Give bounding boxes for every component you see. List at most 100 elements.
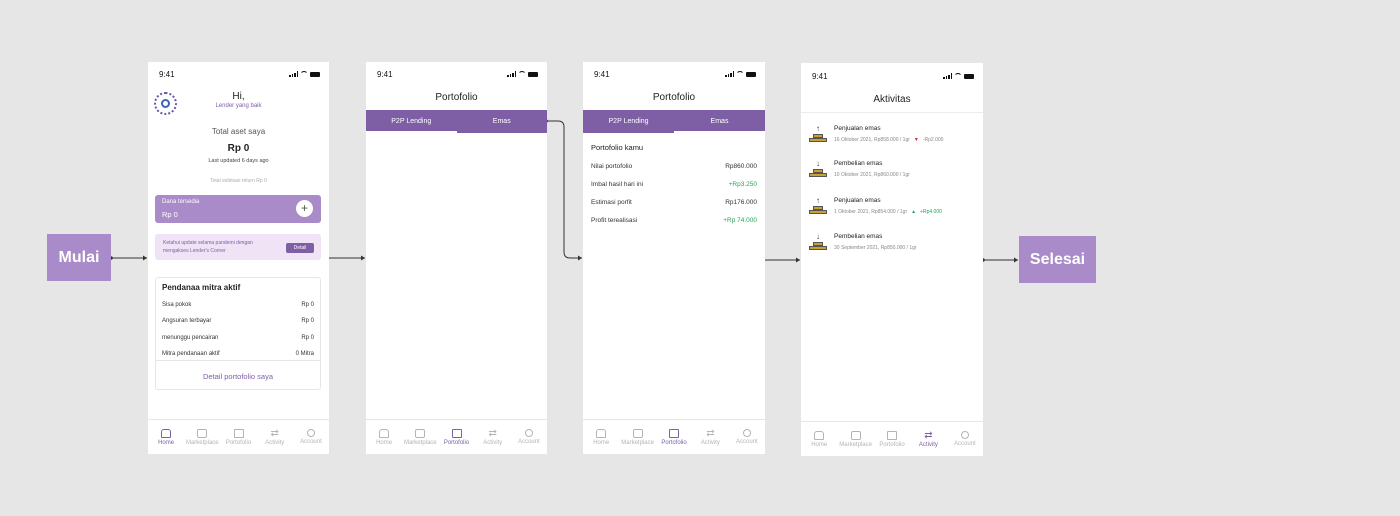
- status-time: 9:41: [159, 69, 175, 79]
- status-time: 9:41: [812, 71, 828, 81]
- price-down-icon: ▼: [913, 137, 919, 143]
- available-funds-card[interactable]: Dana tersedia Rp 0 +: [155, 195, 321, 223]
- nav-portfolio[interactable]: Portofolio: [220, 420, 256, 454]
- activity-icon: ⇄: [924, 429, 933, 441]
- portfolio-tabs: P2P Lending Emas: [366, 110, 547, 133]
- battery-icon: [528, 71, 538, 77]
- portfolio-row: Nilai portofolio Rp860.000: [591, 163, 757, 170]
- tab-p2p-lending[interactable]: P2P Lending: [583, 110, 674, 133]
- portfolio-gold-screen: 9:41 Portofolio P2P Lending Emas Portofo…: [583, 62, 765, 454]
- tab-emas[interactable]: Emas: [457, 110, 548, 133]
- nav-portfolio[interactable]: Portofolio: [874, 422, 910, 456]
- activity-item[interactable]: ↓ Pembelian emas 10 Oktober 2021, Rp860.…: [809, 160, 977, 184]
- marketplace-icon: [850, 430, 861, 440]
- portfolio-section-title: Portofolio kamu: [591, 143, 644, 152]
- portfolio-tabs: P2P Lending Emas: [583, 110, 765, 133]
- nav-account[interactable]: Account: [511, 420, 547, 454]
- last-updated: Last updated 6 days ago: [208, 158, 269, 164]
- nav-marketplace[interactable]: Marketplace: [619, 420, 655, 454]
- marketplace-icon: [415, 428, 426, 438]
- status-time: 9:41: [594, 69, 610, 79]
- account-icon: [306, 429, 315, 437]
- pandemic-notice-banner: Ketahui update selama pandemi dengan men…: [155, 234, 321, 260]
- activity-screen: 9:41 Aktivitas ↑ Penjualan emas 16 Oktob…: [801, 63, 983, 456]
- account-icon: [960, 431, 969, 439]
- home-screen: 9:41 Hi, Lender yang baik Total aset say…: [148, 62, 329, 454]
- nav-activity[interactable]: ⇄ Activity: [692, 420, 728, 454]
- nav-activity[interactable]: ⇄ Activity: [257, 420, 293, 454]
- price-up-icon: ▲: [911, 209, 917, 215]
- nav-marketplace[interactable]: Marketplace: [837, 422, 873, 456]
- total-asset-label: Total aset saya: [211, 127, 266, 136]
- partner-row: menunggu pencairan Rp 0: [162, 335, 314, 341]
- gold-sell-icon: ↑: [809, 197, 827, 215]
- activity-item[interactable]: ↑ Penjualan emas 16 Oktober 2021, Rp858.…: [809, 125, 977, 149]
- home-icon: [379, 428, 390, 438]
- start-label: Mulai: [58, 248, 100, 266]
- portfolio-icon: [233, 428, 244, 438]
- start-terminal: Mulai: [47, 234, 111, 281]
- account-icon: [524, 429, 533, 437]
- nav-portfolio[interactable]: Portofolio: [438, 420, 474, 454]
- bottom-nav: Home Marketplace Portofolio ⇄ Activity Ac…: [583, 419, 765, 454]
- activity-icon: ⇄: [270, 427, 279, 439]
- page-title: Aktivitas: [873, 94, 911, 105]
- nav-marketplace[interactable]: Marketplace: [184, 420, 220, 454]
- status-bar: 9:41: [148, 62, 329, 80]
- portfolio-p2p-screen: 9:41 Portofolio P2P Lending Emas Home Ma…: [366, 62, 547, 454]
- add-funds-button[interactable]: +: [296, 200, 313, 217]
- wifi-icon: [736, 71, 744, 77]
- battery-icon: [746, 71, 756, 77]
- active-partner-title: Pendanaa mitra aktif: [162, 283, 241, 292]
- page-title: Portofolio: [652, 92, 696, 103]
- gold-buy-icon: ↓: [809, 160, 827, 178]
- partner-row: Sisa pokok Rp 0: [162, 302, 314, 308]
- portfolio-row: Profit terealisasi +Rp 74.000: [591, 217, 757, 224]
- portfolio-icon: [451, 428, 462, 438]
- home-icon: [161, 428, 172, 438]
- nav-home[interactable]: Home: [583, 420, 619, 454]
- portfolio-row: Estimasi porfit Rp176.000: [591, 199, 757, 206]
- home-icon: [814, 430, 825, 440]
- tab-p2p-lending[interactable]: P2P Lending: [366, 110, 457, 133]
- wifi-icon: [954, 73, 962, 79]
- nav-portfolio[interactable]: Portofolio: [656, 420, 692, 454]
- portfolio-icon: [669, 428, 680, 438]
- signal-icon: [507, 71, 516, 77]
- signal-icon: [943, 73, 952, 79]
- activity-item[interactable]: ↑ Penjualan emas 1 Oktober 2021, Rp854.0…: [809, 197, 977, 221]
- portfolio-row: Imbal hasil hari ini +Rp3.250: [591, 181, 757, 188]
- signal-icon: [289, 71, 298, 77]
- nav-activity[interactable]: ⇄ Activity: [910, 422, 946, 456]
- nav-marketplace[interactable]: Marketplace: [402, 420, 438, 454]
- battery-icon: [964, 73, 974, 79]
- notice-detail-button[interactable]: Detail: [286, 243, 314, 253]
- account-icon: [742, 429, 751, 437]
- activity-icon: ⇄: [706, 427, 715, 439]
- nav-home[interactable]: Home: [366, 420, 402, 454]
- greeting: Hi,: [232, 91, 245, 102]
- nav-account[interactable]: Account: [729, 420, 765, 454]
- greeting-subtitle: Lender yang baik: [215, 103, 262, 109]
- nav-home[interactable]: Home: [801, 422, 837, 456]
- status-bar: 9:41: [366, 62, 547, 80]
- nav-account[interactable]: Account: [293, 420, 329, 454]
- partner-row: Angsuran terbayar Rp 0: [162, 318, 314, 324]
- gold-buy-icon: ↓: [809, 233, 827, 251]
- gold-sell-icon: ↑: [809, 125, 827, 143]
- nav-account[interactable]: Account: [947, 422, 983, 456]
- signal-icon: [725, 71, 734, 77]
- nav-home[interactable]: Home: [148, 420, 184, 454]
- activity-item[interactable]: ↓ Pembelian emas 30 September 2021, Rp85…: [809, 233, 977, 257]
- nav-activity[interactable]: ⇄ Activity: [475, 420, 511, 454]
- available-funds-label: Dana tersedia: [162, 199, 200, 205]
- page-title: Portofolio: [435, 92, 478, 103]
- portfolio-detail-link[interactable]: Detail portofolio saya: [156, 372, 320, 381]
- status-time: 9:41: [377, 69, 393, 79]
- tab-emas[interactable]: Emas: [674, 110, 765, 133]
- bottom-nav: Home Marketplace Portofolio ⇄ Activity Ac…: [801, 421, 983, 456]
- total-asset-value: Rp 0: [227, 143, 250, 154]
- wifi-icon: [518, 71, 526, 77]
- battery-icon: [310, 71, 320, 77]
- total-return: Total estimasi return Rp 0: [210, 178, 267, 184]
